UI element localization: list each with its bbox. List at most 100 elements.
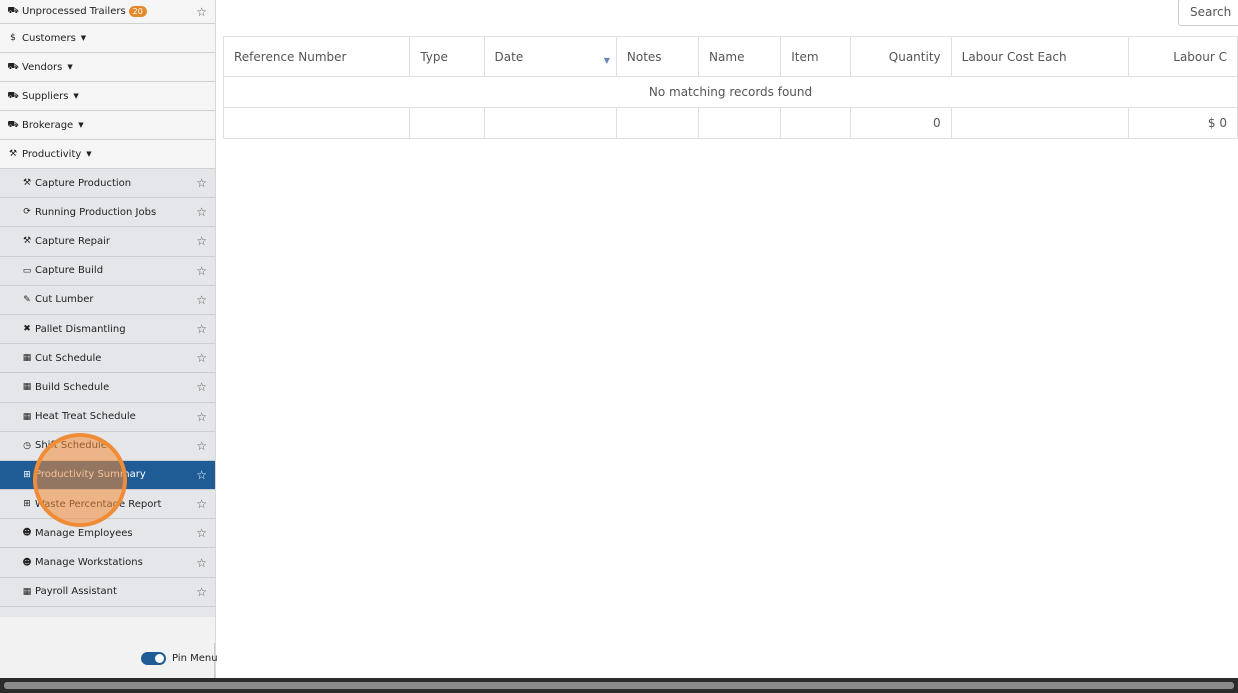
sidebar-item-brokerage[interactable]: ⛟ Brokerage ▼	[0, 111, 215, 140]
star-icon[interactable]: ☆	[196, 205, 207, 219]
star-icon[interactable]: ☆	[196, 234, 207, 248]
sidebar-item-running-production-jobs[interactable]: ⟳ Running Production Jobs ☆	[0, 198, 215, 228]
caret-down-icon: ▼	[78, 121, 84, 129]
column-header-quantity[interactable]: Quantity	[849, 36, 952, 77]
dollar-icon: $	[10, 33, 16, 43]
star-icon[interactable]: ☆	[196, 526, 207, 540]
productivity-summary-table: Reference Number Type Date ▼ Notes Name …	[223, 36, 1238, 139]
truck-icon: ⛟	[7, 119, 19, 130]
sidebar-item-label: Payroll Assistant	[35, 586, 117, 598]
sidebar-item-label: Capture Production	[35, 177, 132, 189]
footer-labour-cost-total: $ 0	[1128, 107, 1238, 139]
users-icon: ☻	[22, 528, 32, 539]
sidebar-item-productivity[interactable]: ⚒ Productivity ▼	[0, 140, 215, 169]
column-header-labour-cost-each[interactable]: Labour Cost Each	[950, 36, 1130, 77]
toggle-switch[interactable]	[141, 652, 166, 665]
sidebar-item-label: Waste Percentage Report	[35, 498, 162, 510]
star-icon[interactable]: ☆	[196, 439, 207, 453]
star-icon[interactable]: ☆	[196, 322, 207, 336]
sidebar-item-label: Manage Workstations	[35, 557, 143, 569]
ruler-icon: ▭	[22, 265, 32, 276]
sort-desc-icon: ▼	[603, 56, 610, 65]
count-badge: 20	[128, 6, 147, 17]
star-icon[interactable]: ☆	[196, 468, 207, 482]
star-icon[interactable]: ☆	[196, 176, 207, 190]
star-icon[interactable]: ☆	[196, 5, 207, 19]
footer-cell	[615, 107, 700, 139]
clock-icon: ◷	[23, 440, 31, 451]
calendar-icon: ▦	[22, 382, 32, 393]
sidebar-item-label: Cut Lumber	[35, 294, 94, 306]
column-header-item[interactable]: Item	[780, 36, 851, 77]
search-input[interactable]: Search	[1178, 0, 1238, 26]
table-row-empty: No matching records found	[223, 76, 1238, 108]
star-icon[interactable]: ☆	[196, 585, 207, 599]
footer-cell	[409, 107, 485, 139]
truck-icon: ⛟	[7, 61, 19, 72]
sidebar-item-capture-production[interactable]: ⚒ Capture Production ☆	[0, 169, 215, 199]
sidebar-item-manage-employees[interactable]: ☻ Manage Employees ☆	[0, 519, 215, 549]
caret-down-icon: ▼	[80, 34, 87, 42]
sidebar-item-cut-lumber[interactable]: ✎ Cut Lumber ☆	[0, 285, 215, 315]
calendar-icon: ▦	[22, 411, 32, 422]
sidebar-item-label: Vendors	[22, 61, 63, 73]
column-header-labour-cost[interactable]: Labour C	[1128, 36, 1238, 77]
sidebar-item-pallet-dismantling[interactable]: ✖ Pallet Dismantling ☆	[0, 314, 215, 345]
horizontal-scrollbar[interactable]	[0, 678, 1238, 693]
submenu-spacer	[0, 606, 215, 617]
caret-down-icon: ▼	[73, 92, 79, 100]
star-icon[interactable]: ☆	[196, 293, 207, 307]
sidebar-item-label: Capture Build	[35, 265, 104, 277]
column-header-notes[interactable]: Notes	[615, 36, 700, 77]
sidebar-item-manage-workstations[interactable]: ☻ Manage Workstations ☆	[0, 548, 215, 578]
star-icon[interactable]: ☆	[196, 556, 207, 570]
table-icon: ⊞	[23, 499, 31, 510]
pin-menu-label: Pin Menu	[172, 653, 218, 664]
column-header-date[interactable]: Date ▼	[483, 36, 617, 77]
sidebar-item-label: Shift Schedule	[35, 440, 107, 452]
sidebar-item-cut-schedule[interactable]: ▦ Cut Schedule ☆	[0, 344, 215, 374]
calendar-icon: ▦	[22, 353, 32, 364]
sidebar-item-build-schedule[interactable]: ▦ Build Schedule ☆	[0, 373, 215, 403]
sidebar-item-label: Unprocessed Trailers	[22, 6, 126, 17]
search-placeholder: Search	[1190, 5, 1232, 19]
sidebar-item-label: Productivity	[22, 148, 82, 160]
column-header-reference-number[interactable]: Reference Number	[223, 36, 411, 77]
star-icon[interactable]: ☆	[196, 351, 207, 365]
sidebar-item-shift-schedule[interactable]: ◷ Shift Schedule ☆	[0, 431, 215, 461]
footer-cell	[698, 107, 782, 139]
hammer-icon: ⚒	[22, 236, 32, 247]
sidebar-item-productivity-summary[interactable]: ⊞ Productivity Summary ☆	[0, 460, 215, 491]
sidebar-item-label: Pallet Dismantling	[35, 323, 126, 335]
star-icon[interactable]: ☆	[196, 497, 207, 511]
column-header-type[interactable]: Type	[409, 36, 485, 77]
footer-cell	[780, 107, 851, 139]
wrench-icon: ✎	[23, 294, 31, 305]
truck-icon: ⛟	[7, 6, 19, 16]
sidebar-item-customers[interactable]: $ Customers ▼	[0, 24, 215, 53]
table-icon: ⊞	[23, 469, 31, 480]
column-header-name[interactable]: Name	[698, 36, 782, 77]
sidebar-item-payroll-assistant[interactable]: ▦ Payroll Assistant ☆	[0, 577, 215, 607]
sidebar-item-heat-treat-schedule[interactable]: ▦ Heat Treat Schedule ☆	[0, 402, 215, 432]
sidebar-item-vendors[interactable]: ⛟ Vendors ▼	[0, 53, 215, 82]
sidebar-item-unprocessed-trailers[interactable]: ⛟ Unprocessed Trailers 20 ☆	[0, 0, 215, 24]
sidebar-item-waste-percentage-report[interactable]: ⊞ Waste Percentage Report ☆	[0, 490, 215, 520]
sidebar-item-label: Running Production Jobs	[35, 206, 157, 218]
caret-down-icon: ▼	[67, 63, 73, 71]
sidebar-item-capture-repair[interactable]: ⚒ Capture Repair ☆	[0, 227, 215, 257]
sidebar-item-capture-build[interactable]: ▭ Capture Build ☆	[0, 256, 215, 286]
table-header-row: Reference Number Type Date ▼ Notes Name …	[223, 36, 1238, 77]
sidebar-item-label: Capture Repair	[35, 235, 110, 247]
tools-icon: ✖	[23, 324, 31, 335]
pin-menu-toggle[interactable]: Pin Menu	[141, 652, 218, 665]
star-icon[interactable]: ☆	[196, 380, 207, 394]
table-footer-row: 0 $ 0	[223, 107, 1238, 139]
sidebar-item-suppliers[interactable]: ⛟ Suppliers ▼	[0, 82, 215, 111]
star-icon[interactable]: ☆	[196, 410, 207, 424]
star-icon[interactable]: ☆	[196, 264, 207, 278]
sidebar-item-label: Customers	[22, 32, 76, 44]
footer-quantity-total: 0	[849, 107, 952, 139]
scrollbar-thumb[interactable]	[4, 682, 1234, 689]
footer-cell	[223, 107, 411, 139]
